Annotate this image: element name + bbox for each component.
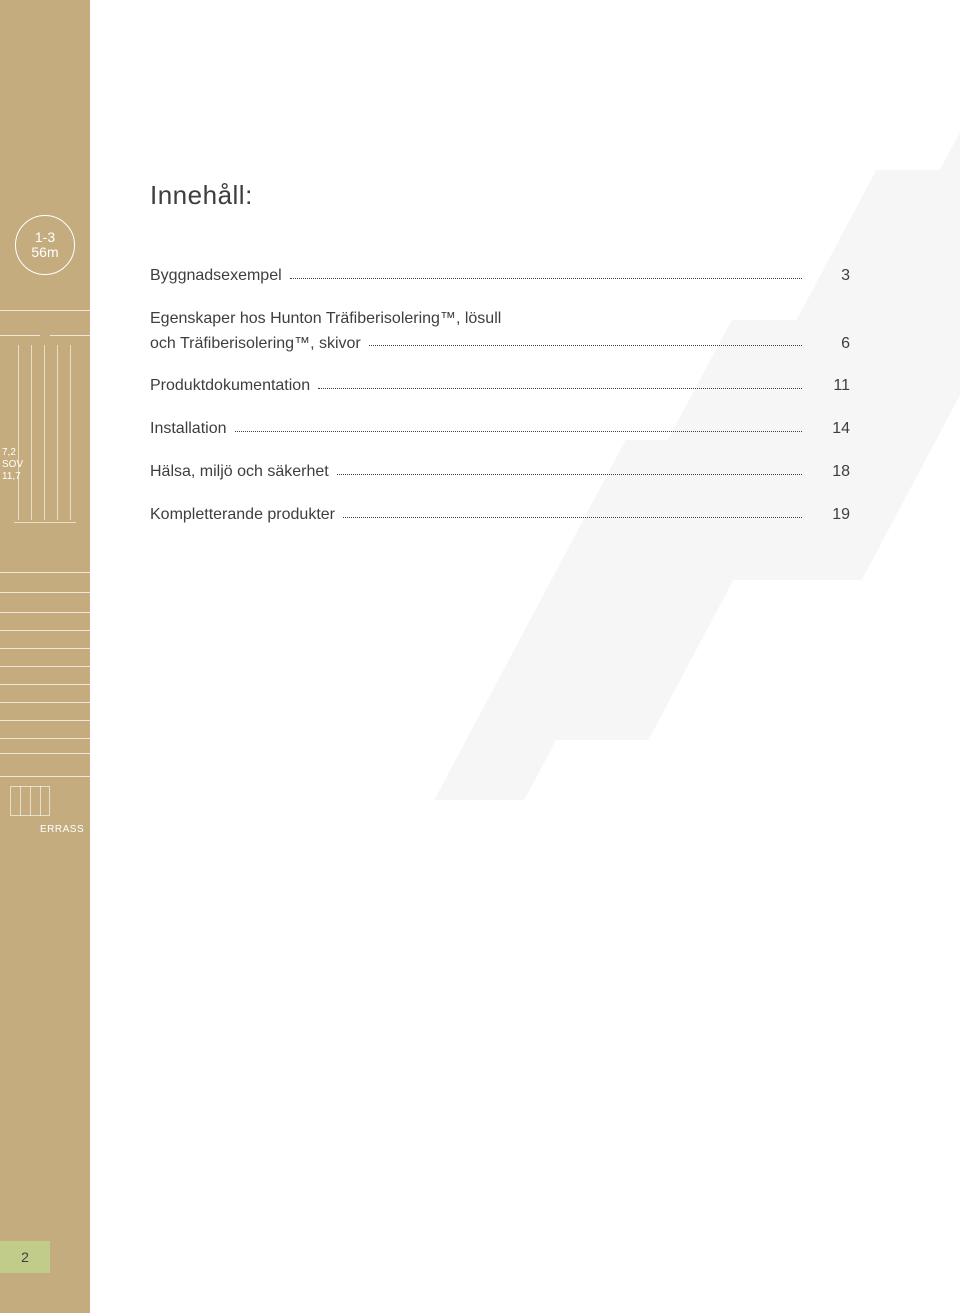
left-sidebar-graphic: 1-3 56m 7,2 SOV 11,7 ERRASS <box>0 0 90 1313</box>
toc-row-byggnadsexempel: Byggnadsexempel 3 <box>150 266 850 287</box>
toc-label: Hälsa, miljö och säkerhet <box>150 462 329 483</box>
toc-leader-dots <box>369 345 802 346</box>
blueprint-label-1: 7,2 <box>2 447 16 458</box>
toc-leader-dots <box>343 517 802 518</box>
toc-leader-dots <box>290 278 802 279</box>
blueprint-text-terrass: ERRASS <box>40 824 84 835</box>
blueprint-label-2: SOV <box>2 459 23 470</box>
toc-label: Egenskaper hos Hunton Träfiberisolering™… <box>150 309 501 330</box>
circle-line-1: 1-3 <box>35 230 55 245</box>
toc-row-produktdokumentation: Produktdokumentation 11 <box>150 376 850 397</box>
toc-row-halsa: Hälsa, miljö och säkerhet 18 <box>150 462 850 483</box>
toc-content: Innehåll: Byggnadsexempel 3 Egenskaper h… <box>150 180 850 548</box>
toc-row-egenskaper-line2: och Träfiberisolering™, skivor 6 <box>150 334 850 355</box>
toc-label: Installation <box>150 419 227 440</box>
circle-line-2: 56m <box>31 245 58 260</box>
toc-page-number: 11 <box>810 376 850 397</box>
toc-page-number: 3 <box>810 266 850 287</box>
toc-row-kompletterande: Kompletterande produkter 19 <box>150 505 850 526</box>
toc-page-number: 14 <box>810 419 850 440</box>
toc-label: Produktdokumentation <box>150 376 310 397</box>
toc-leader-dots <box>235 431 803 432</box>
toc-row-installation: Installation 14 <box>150 419 850 440</box>
page-title: Innehåll: <box>150 180 850 211</box>
toc-leader-dots <box>337 474 802 475</box>
blueprint-label-3: 11,7 <box>2 471 21 482</box>
toc-label: Kompletterande produkter <box>150 505 335 526</box>
page-number-badge: 2 <box>0 1241 50 1273</box>
toc-page-number: 19 <box>810 505 850 526</box>
toc-label: och Träfiberisolering™, skivor <box>150 334 361 355</box>
toc-row-egenskaper-line1: Egenskaper hos Hunton Träfiberisolering™… <box>150 309 850 330</box>
blueprint-circle: 1-3 56m <box>15 215 75 275</box>
toc-page-number: 6 <box>810 334 850 355</box>
toc-label: Byggnadsexempel <box>150 266 282 287</box>
page-number: 2 <box>21 1249 29 1265</box>
toc-page-number: 18 <box>810 462 850 483</box>
toc-leader-dots <box>318 388 802 389</box>
